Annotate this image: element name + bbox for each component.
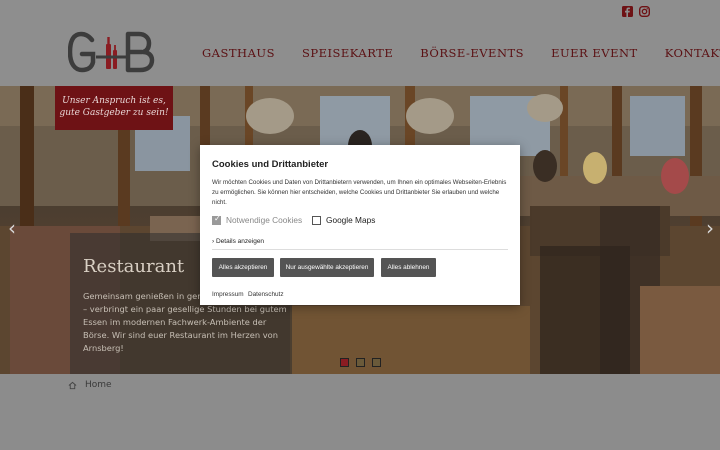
slider-dot-1[interactable] — [340, 358, 349, 367]
home-icon — [68, 381, 77, 390]
slide-title: Restaurant — [83, 256, 185, 277]
slider-prev-arrow[interactable]: ‹ — [4, 216, 20, 240]
cookie-consent-dialog: Cookies und Drittanbieter Wir möchten Co… — [200, 145, 520, 305]
breadcrumb-home-link[interactable]: Home — [85, 380, 112, 390]
accept-all-button[interactable]: Alles akzeptieren — [212, 258, 274, 277]
imprint-link[interactable]: Impressum — [212, 291, 244, 298]
details-toggle[interactable]: › Details anzeigen — [212, 238, 264, 245]
necessary-cookies-option: Notwendige Cookies — [212, 214, 303, 225]
nav-item-gasthaus[interactable]: GASTHAUS — [202, 46, 275, 60]
details-label[interactable]: Details anzeigen — [216, 238, 264, 245]
cookie-dialog-text: Wir möchten Cookies und Daten von Dritta… — [212, 179, 507, 206]
cookie-dialog-title: Cookies und Drittanbieter — [212, 159, 329, 170]
google-maps-checkbox[interactable] — [312, 215, 321, 225]
nav-item-speisekarte[interactable]: SPEISEKARTE — [302, 46, 393, 60]
slider-dot-2[interactable] — [356, 358, 365, 367]
main-nav: GASTHAUS SPEISEKARTE BÖRSE-EVENTS EUER E… — [202, 46, 720, 60]
accept-selected-button[interactable]: Nur ausgewählte akzeptieren — [280, 258, 374, 277]
necessary-cookies-label: Notwendige Cookies — [226, 215, 303, 225]
slogan-line-1: Unser Anspruch ist es, — [62, 96, 166, 106]
google-maps-label[interactable]: Google Maps — [326, 215, 375, 225]
social-links — [622, 6, 650, 17]
nav-item-boerse-events[interactable]: BÖRSE-EVENTS — [420, 46, 524, 60]
slogan-line-2: gute Gastgeber zu sein! — [59, 108, 169, 118]
slogan-banner: Unser Anspruch ist es, gute Gastgeber zu… — [55, 86, 173, 130]
nav-item-kontakt[interactable]: KONTAKT — [665, 46, 720, 60]
facebook-icon[interactable] — [622, 6, 633, 17]
necessary-cookies-checkbox — [212, 214, 221, 225]
google-maps-option[interactable]: Google Maps — [312, 215, 375, 225]
reject-all-button[interactable]: Alles ablehnen — [381, 258, 436, 277]
nav-item-euer-event[interactable]: EUER EVENT — [551, 46, 638, 60]
logo[interactable] — [68, 30, 156, 76]
site-header: GASTHAUS SPEISEKARTE BÖRSE-EVENTS EUER E… — [0, 0, 720, 86]
privacy-link[interactable]: Datenschutz — [248, 291, 284, 298]
divider — [212, 249, 508, 250]
instagram-icon[interactable] — [639, 6, 650, 17]
slider-dot-3[interactable] — [372, 358, 381, 367]
slider-next-arrow[interactable]: › — [702, 216, 718, 240]
breadcrumb: Home — [0, 374, 720, 398]
slider-dots — [340, 358, 381, 367]
